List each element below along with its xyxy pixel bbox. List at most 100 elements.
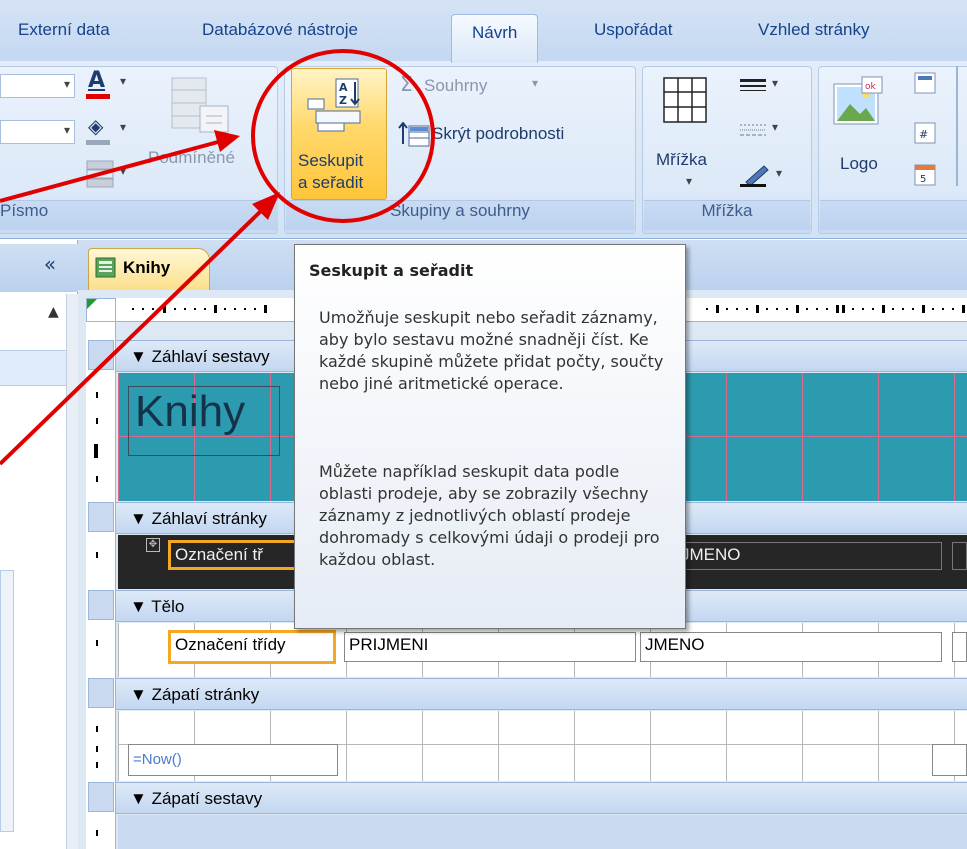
tab-page-setup[interactable]: Vzhled stránky xyxy=(758,20,870,58)
ruler-tick xyxy=(96,746,98,752)
chevron-down-icon: ▾ xyxy=(772,76,779,90)
section-arrow-icon: ▼ xyxy=(130,685,147,704)
footer-textbox-partial[interactable] xyxy=(932,744,967,776)
tab-arrange[interactable]: Uspořádat xyxy=(594,20,672,58)
pen-icon xyxy=(740,165,769,187)
title-icon xyxy=(914,72,936,94)
report-title-label[interactable]: Knihy xyxy=(128,386,280,456)
chevron-down-icon: ▾ xyxy=(63,123,70,137)
logo-picture-icon: ok xyxy=(833,76,883,125)
hide-details-label: Skrýt podrobnosti xyxy=(432,124,565,143)
section-selector[interactable] xyxy=(88,678,114,708)
detail-class-textbox[interactable]: Označení třídy xyxy=(168,630,336,664)
chevron-down-icon: ▾ xyxy=(120,120,127,134)
ruler-tick xyxy=(96,552,98,558)
conditional-format-icon xyxy=(171,77,229,133)
group-sort-tooltip: Seskupit a seřadit Umožňuje seskupit neb… xyxy=(294,244,686,629)
move-handle-icon[interactable]: ✥ xyxy=(146,538,160,552)
alternate-fill-button[interactable]: ▾ xyxy=(82,158,138,194)
section-label: Zápatí stránky xyxy=(151,685,260,704)
font-name-dropdown[interactable]: ▾ xyxy=(0,74,75,98)
section-label: Tělo xyxy=(151,597,185,616)
section-label: Záhlaví sestavy xyxy=(151,347,270,366)
logo-button[interactable]: ok Logo xyxy=(826,72,894,192)
line-type-button[interactable]: ▾ xyxy=(738,118,794,144)
gridlines-label: Mřížka xyxy=(656,150,707,169)
line-thickness-button[interactable]: ▾ xyxy=(738,74,794,100)
gridlines-button[interactable]: Mřížka ▾ xyxy=(650,70,730,198)
section-label: Zápatí sestavy xyxy=(151,789,263,808)
conditional-format-label: Podmíněné xyxy=(148,148,235,167)
detail-textbox-partial[interactable] xyxy=(952,632,967,662)
gridlines-group-label: Mřížka xyxy=(644,200,810,230)
nav-pane-scrollbar[interactable] xyxy=(66,294,78,849)
ruler-tick xyxy=(96,392,98,398)
ruler-tick xyxy=(96,476,98,482)
chevron-down-icon: ▾ xyxy=(63,77,70,91)
tab-database-tools[interactable]: Databázové nástroje xyxy=(202,20,358,58)
svg-text:#: # xyxy=(919,128,928,141)
section-label: Záhlaví stránky xyxy=(151,509,267,528)
fill-color-button[interactable]: ◈ ▾ xyxy=(82,114,138,150)
line-color-button[interactable]: ▾ xyxy=(736,160,796,190)
scroll-up-arrow-icon[interactable]: ▲ xyxy=(48,304,64,320)
page-number-button[interactable]: # xyxy=(914,122,940,148)
svg-text:5: 5 xyxy=(920,174,926,185)
paint-bucket-icon: ◈ xyxy=(88,114,104,138)
tooltip-paragraph-2: Můžete například seskupit data podle obl… xyxy=(319,462,660,569)
tab-design[interactable]: Návrh xyxy=(451,14,539,63)
document-tab-knihy[interactable]: Knihy xyxy=(88,248,210,290)
sigma-icon: Σ xyxy=(400,72,413,96)
line-thickness-icon xyxy=(740,79,766,91)
detail-prijmeni-textbox[interactable]: PRIJMENI xyxy=(344,632,636,662)
detail-jmeno-textbox[interactable]: JMENO xyxy=(640,632,942,662)
calendar-icon: 5 xyxy=(914,164,936,186)
group-sort-label-line1: Seskupit xyxy=(298,151,364,170)
group-sort-button[interactable]: A Z Seskupit a seřadit xyxy=(291,68,387,200)
nav-pane-panel xyxy=(0,570,14,832)
page-number-icon: # xyxy=(914,122,936,144)
tab-external-data[interactable]: Externí data xyxy=(18,20,110,58)
document-tab-title: Knihy xyxy=(123,258,171,277)
nav-pane-item[interactable] xyxy=(0,350,66,386)
svg-text:Z: Z xyxy=(339,94,347,107)
ruler-tick xyxy=(96,726,98,732)
section-selector[interactable] xyxy=(88,590,114,620)
font-size-dropdown[interactable]: ▾ xyxy=(0,120,75,144)
page-header-class-label[interactable]: Označení tř xyxy=(168,540,298,570)
section-page-footer[interactable]: ▼ Zápatí stránky xyxy=(116,678,967,710)
tooltip-paragraph-1: Umožňuje seskupit nebo seřadit záznamy, … xyxy=(319,308,664,393)
font-color-icon: A xyxy=(88,68,106,93)
ruler-tick xyxy=(96,640,98,646)
svg-text:ok: ok xyxy=(865,82,877,92)
date-time-button[interactable]: 5 xyxy=(914,164,940,190)
chevron-down-icon: ▾ xyxy=(776,166,783,180)
section-report-footer[interactable]: ▼ Zápatí sestavy xyxy=(116,782,967,814)
grouping-group-label: Skupiny a souhrny xyxy=(286,200,634,230)
section-selector[interactable] xyxy=(88,782,114,812)
section-selector[interactable] xyxy=(88,502,114,532)
section-arrow-icon: ▼ xyxy=(130,789,147,808)
report-footer-area xyxy=(118,815,967,849)
section-selector[interactable] xyxy=(88,340,114,370)
logo-label: Logo xyxy=(840,154,878,173)
hide-details-button[interactable]: Skrýt podrobnosti xyxy=(396,120,634,150)
line-type-icon xyxy=(740,124,766,136)
font-group-label: Písmo xyxy=(0,200,278,230)
conditional-format-button[interactable]: Podmíněné xyxy=(148,74,258,194)
chevron-down-icon: ▾ xyxy=(120,164,127,178)
ruler-tick xyxy=(94,444,98,458)
gridlines-icon xyxy=(663,77,707,123)
footer-now-textbox[interactable]: =Now() xyxy=(128,744,338,776)
section-arrow-icon: ▼ xyxy=(130,597,147,616)
font-color-button[interactable]: A ▾ xyxy=(82,68,138,104)
tooltip-title: Seskupit a seřadit xyxy=(309,261,474,280)
vertical-ruler xyxy=(86,322,116,849)
hide-details-icon xyxy=(398,122,430,147)
ruler-tick xyxy=(96,830,98,836)
page-header-label-partial[interactable] xyxy=(952,542,967,570)
ruler-corner[interactable] xyxy=(86,298,116,322)
totals-button[interactable]: Σ Souhrny ▾ xyxy=(398,72,566,102)
title-control-button[interactable] xyxy=(914,72,940,98)
collapse-pane-button[interactable]: « xyxy=(34,252,66,284)
